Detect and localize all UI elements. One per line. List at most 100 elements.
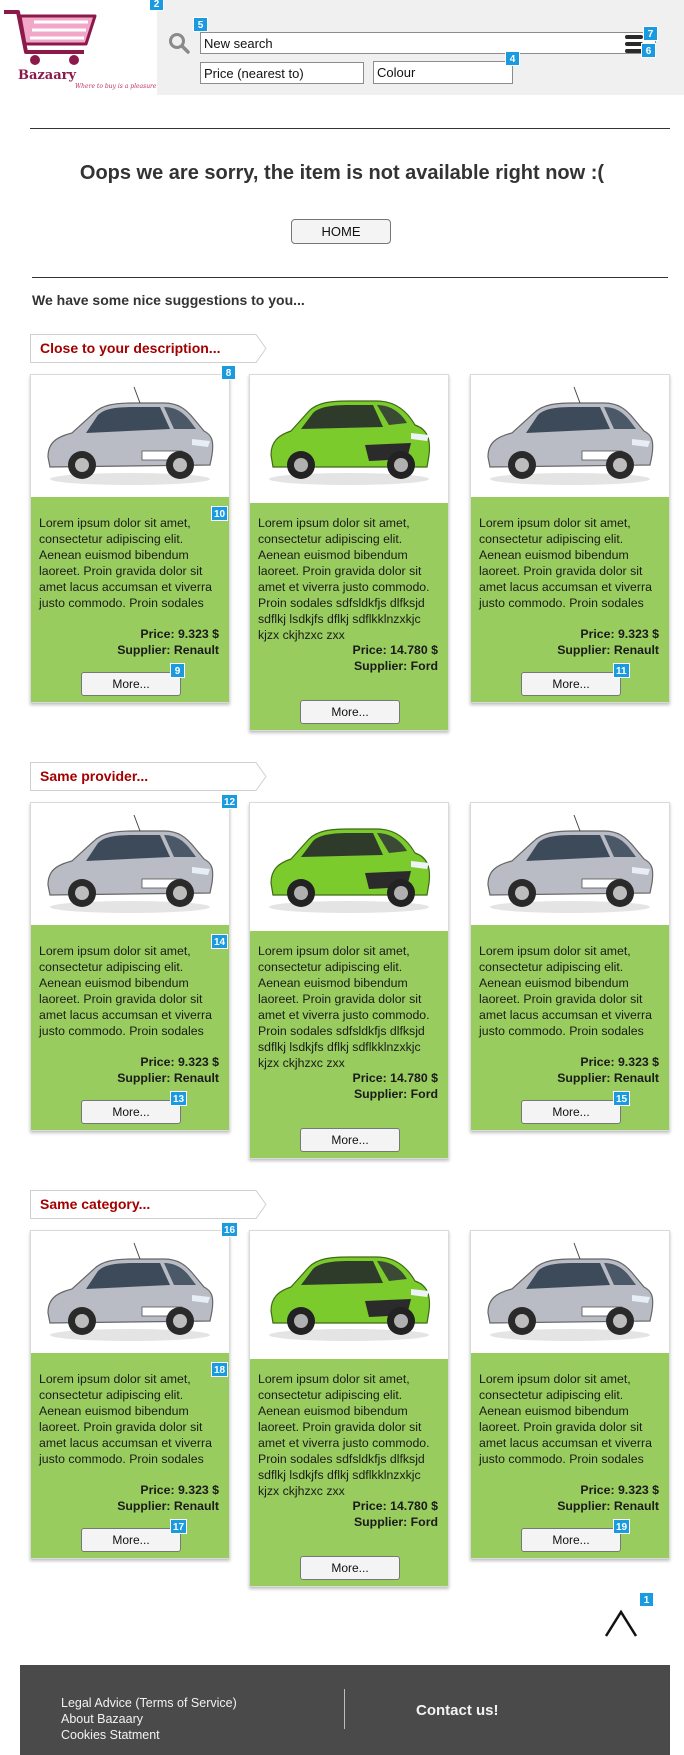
section-title: Same category... [40,1196,151,1212]
product-card: Lorem ipsum dolor sit amet, consectetur … [30,1230,230,1559]
logo-name: Bazaary [18,68,77,83]
product-image[interactable] [31,375,229,497]
product-supplier: Supplier: Renault [557,1071,659,1085]
silver-car-image [47,386,214,486]
marker-badge: 9 [170,663,185,678]
section-label-same-provider: Same provider... [30,762,267,791]
product-image[interactable] [250,1231,448,1359]
more-button[interactable]: More... [521,1100,621,1124]
marker-badge: 5 [193,17,208,32]
more-button[interactable]: More... [300,1128,400,1152]
footer-link-cookies[interactable]: Cookies Statment [61,1728,160,1742]
silver-car-image [487,1242,654,1342]
product-price: Price: 9.323 $ [140,1483,219,1497]
marker-badge: 7 [643,26,658,41]
product-supplier: Supplier: Renault [557,643,659,657]
marker-badge: 11 [613,663,630,678]
silver-car-image [487,814,654,914]
marker-badge: 13 [170,1091,188,1106]
suggestions-heading: We have some nice suggestions to you... [32,292,305,308]
footer-link-about[interactable]: About Bazaary [61,1712,143,1726]
product-image[interactable] [471,803,669,925]
product-card: Lorem ipsum dolor sit amet, consectetur … [30,374,230,703]
product-description: Lorem ipsum dolor sit amet, consectetur … [258,1372,430,1498]
green-car-image [268,400,431,486]
silver-car-image [487,386,654,486]
marker-badge: 19 [613,1519,631,1534]
product-price: Price: 9.323 $ [140,1055,219,1069]
footer-divider [344,1689,345,1729]
marker-badge: 12 [221,794,239,809]
marker-badge: 1 [639,1592,654,1607]
more-button[interactable]: More... [81,1528,181,1552]
section-title: Same provider... [40,768,149,784]
divider [32,277,668,278]
section-label-same-category: Same category... [30,1190,267,1219]
product-card: Lorem ipsum dolor sit amet, consectetur … [470,1230,670,1559]
product-description: Lorem ipsum dolor sit amet, consectetur … [39,1372,212,1466]
divider [30,128,670,129]
more-button[interactable]: More... [521,672,621,696]
more-button[interactable]: More... [81,1100,181,1124]
more-button[interactable]: More... [300,1556,400,1580]
product-description: Lorem ipsum dolor sit amet, consectetur … [39,516,212,610]
silver-car-image [47,1242,214,1342]
marker-badge: 8 [221,365,236,380]
product-image[interactable] [471,1231,669,1353]
product-description: Lorem ipsum dolor sit amet, consectetur … [479,1372,652,1466]
footer-link-legal[interactable]: Legal Advice (Terms of Service) [61,1696,237,1710]
footer: Legal Advice (Terms of Service) About Ba… [20,1665,670,1755]
product-price: Price: 14.780 $ [352,1071,438,1085]
product-description: Lorem ipsum dolor sit amet, consectetur … [258,944,430,1070]
product-supplier: Supplier: Ford [353,1515,438,1529]
colour-field[interactable] [373,61,513,84]
shopping-cart-icon [4,10,97,65]
product-card: Lorem ipsum dolor sit amet, consectetur … [249,1230,449,1587]
product-price: Price: 14.780 $ [352,1499,438,1513]
green-car-image [268,828,431,914]
product-image[interactable] [31,1231,229,1353]
logo[interactable]: Bazaary Where to buy is a pleasure [0,0,157,95]
product-supplier: Supplier: Ford [353,659,438,673]
product-image[interactable] [31,803,229,925]
product-description: Lorem ipsum dolor sit amet, consectetur … [39,944,212,1038]
product-image[interactable] [250,375,448,503]
product-price: Price: 9.323 $ [140,627,219,641]
more-button[interactable]: More... [81,672,181,696]
marker-badge: 15 [613,1091,631,1106]
page: Bazaary Where to buy is a pleasure 2 5 7… [0,0,684,1755]
marker-badge: 16 [221,1222,239,1237]
product-card: Lorem ipsum dolor sit amet, consectetur … [30,802,230,1131]
marker-badge: 18 [211,1362,229,1377]
product-image[interactable] [250,803,448,931]
product-supplier: Supplier: Renault [117,643,219,657]
product-supplier: Supplier: Renault [117,1499,219,1513]
product-price: Price: 9.323 $ [580,1483,659,1497]
product-image[interactable] [471,375,669,497]
more-button[interactable]: More... [521,1528,621,1552]
marker-badge: 14 [211,934,229,949]
product-price: Price: 9.323 $ [580,1055,659,1069]
search-icon[interactable] [168,32,190,54]
contact-us-link[interactable]: Contact us! [416,1702,499,1719]
silver-car-image [47,814,214,914]
product-description: Lorem ipsum dolor sit amet, consectetur … [479,516,652,610]
product-supplier: Supplier: Ford [353,1087,438,1101]
product-price: Price: 14.780 $ [352,643,438,657]
more-button[interactable]: More... [300,700,400,724]
home-button[interactable]: HOME [291,219,391,244]
marker-badge: 17 [170,1519,188,1534]
product-card: Lorem ipsum dolor sit amet, consectetur … [470,374,670,703]
search-input[interactable] [200,32,656,54]
not-available-message: Oops we are sorry, the item is not avail… [79,162,605,184]
logo-tagline: Where to buy is a pleasure [75,83,157,90]
header: Bazaary Where to buy is a pleasure [0,0,684,95]
green-car-image [268,1256,431,1342]
product-supplier: Supplier: Renault [557,1499,659,1513]
price-field[interactable] [200,62,364,84]
marker-badge: 6 [641,43,656,58]
product-price: Price: 9.323 $ [580,627,659,641]
back-to-top-icon[interactable] [604,1608,638,1638]
marker-badge: 4 [505,51,520,66]
section-label-close-to-description: Close to your description... [30,334,267,363]
